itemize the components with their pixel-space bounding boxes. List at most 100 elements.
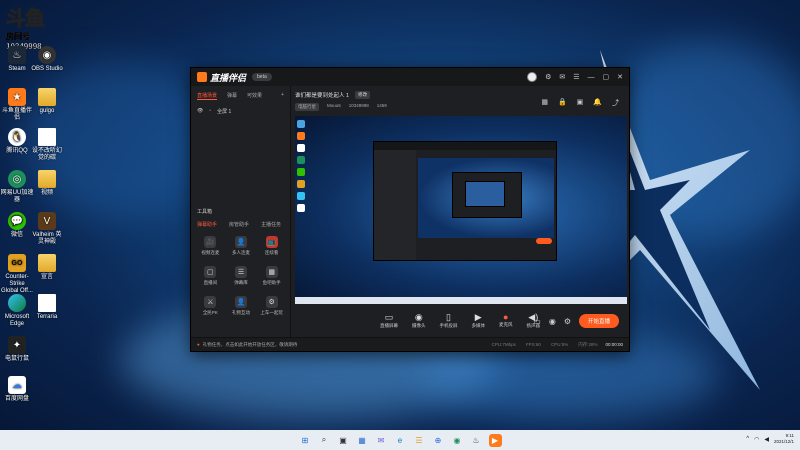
app-logo: 直播伴侣 [197,71,246,84]
eye-icon[interactable]: 👁 [197,108,203,115]
layout-icon[interactable]: ▦ [541,98,548,108]
source-media-button[interactable]: ▶ 多媒体 [472,312,486,329]
desktop-icon-baidu[interactable]: ☁ 百度网盘 [0,376,34,403]
desktop-icon-doc[interactable]: 设不改听幻觉的碳 [30,128,64,162]
edge-taskbar-icon[interactable]: e [394,434,407,447]
desktop-icon-steam[interactable]: ♨ Steam [0,46,34,73]
left-panel: 直播场景 弹幕 可效果 + 👁 ▫ 全屏 1 工具箱 弹幕助手 房管助手 主播任… [191,86,291,351]
folder-icon [38,254,56,272]
message-icon[interactable]: ✉ [559,73,565,81]
tool-pk[interactable]: ⚔ 全民PK [195,296,226,316]
overlay-room-label: 房间号 [6,32,30,41]
desktop-icon-mouse[interactable]: ✦ 电鼠行鼠 [0,336,34,363]
store-icon[interactable]: ⊕ [432,434,445,447]
desktop-icon-qq[interactable]: 🐧 腾讯QQ [0,128,34,155]
task-view-icon[interactable]: ▣ [337,434,350,447]
bell-icon[interactable]: 🔔 [593,98,602,108]
multi-link-icon: 👤 [234,236,247,248]
category-tag[interactable]: 电脑行星 [295,103,319,111]
search-icon[interactable]: ⌕ [318,434,331,447]
douyu-taskbar-icon[interactable]: ▶ [488,433,502,447]
tools-title: 工具箱 [197,209,213,215]
steam-icon: ♨ [8,46,26,64]
record-video-icon[interactable]: ▭ [533,317,541,326]
carpool-icon: ⚙ [265,296,278,308]
microphone-button[interactable]: ● 麦克风 [499,312,513,328]
tools-tab-admin[interactable]: 房管助手 [229,221,249,228]
avatar[interactable] [527,72,538,82]
nested-preview [418,158,554,238]
volume-icon[interactable]: ◀ [764,436,769,443]
preview-desktop-icons [297,120,311,216]
scene-item[interactable]: 👁 ▫ 全屏 1 [191,106,290,117]
desktop-icon-folder[interactable]: 宣言 [30,254,64,281]
share-icon[interactable]: ⤴ [612,98,619,108]
desktop-icon-uu[interactable]: ◎ 网易UU加速器 [0,170,34,204]
menu-icon[interactable]: ☰ [573,73,579,81]
steam-taskbar-icon[interactable]: ♨ [470,434,483,447]
tab-danmaku[interactable]: 弹幕 [227,92,237,100]
tool-gift[interactable]: 👤 礼物互动 [226,296,257,316]
widgets-icon[interactable]: ▦ [356,434,369,447]
tool-fishbar[interactable]: ▦ 鱼吧助手 [256,266,287,286]
overlay-title: 斗鱼 [6,8,46,31]
settings-icon[interactable]: ⚙ [545,73,551,81]
uu-icon: ◎ [8,170,26,188]
source-screen-button[interactable]: ▭ 直播屏幕 [380,312,398,329]
tray-chevron-icon[interactable]: ^ [746,436,749,442]
preview-taskbar [295,297,627,304]
close-icon[interactable]: ✕ [617,73,623,81]
record-icon[interactable]: ▣ [577,98,584,108]
source-phone-button[interactable]: ▯ 手机投屏 [440,312,458,329]
system-tray: ^ ◠ ◀ 9:11 2021/12/1 [746,433,794,445]
minimize-icon[interactable]: — [588,74,595,81]
desktop-icon-valheim[interactable]: V Valheim 英灵神殿 [30,212,64,246]
eye-preview-icon[interactable]: ◉ [549,317,556,326]
douyu-live-companion-window: 直播伴侣 beta ⚙ ✉ ☰ — ▢ ✕ 直播场景 弹幕 可效果 + 👁 ▫ … [190,67,630,352]
nested-left-panel [374,150,416,260]
desktop-icon-obs[interactable]: ◉ OBS Studio [30,46,64,73]
tools-tab-tasks[interactable]: 主播任务 [261,221,281,228]
lock-icon[interactable]: 🔒 [558,98,567,108]
lock-icon[interactable]: ▫ [209,108,211,115]
maximize-icon[interactable]: ▢ [603,73,610,81]
tool-watch[interactable]: 📺 连续看 [256,236,287,256]
tool-danmaku-lib[interactable]: ☰ 弹幕库 [226,266,257,286]
start-live-button[interactable]: 开始直播 [578,314,619,328]
file-explorer-icon[interactable]: ☰ [413,434,426,447]
add-scene-icon[interactable]: + [281,92,284,100]
nested-start-button [536,238,552,244]
stream-preview[interactable] [295,116,627,304]
desktop-icon-terraria[interactable]: Terraria [30,294,64,321]
desktop-icon-edge[interactable]: Microsoft Edge [0,294,34,328]
wifi-icon[interactable]: ◠ [754,436,759,443]
desktop-icon-gulgo[interactable]: gulgo [30,88,64,115]
version-button[interactable]: beta [252,73,272,81]
source-camera-button[interactable]: ◉ 摄像头 [412,312,426,329]
desktop-icon-wechat[interactable]: 💬 微信 [0,212,34,239]
desktop-icon-video[interactable]: 视频 [30,170,64,197]
edit-title-button[interactable]: 修改 [355,91,371,99]
tool-multi-link[interactable]: 👤 多人连麦 [226,236,257,256]
clock[interactable]: 9:11 2021/12/1 [774,433,794,445]
desktop-icon-csgo[interactable]: GO Counter-Strike Global Off... [0,254,34,295]
settings-gear-icon[interactable]: ⚙ [564,317,571,326]
tool-carpool[interactable]: ⚙ 上车一起玩 [256,296,287,316]
watch-icon: 📺 [265,236,278,248]
valheim-icon: V [38,212,56,230]
status-warning: 礼物任务，点击如此开始开放任务区，敬请期待 [202,341,298,347]
uu-taskbar-icon[interactable]: ◉ [451,434,464,447]
pk-icon: ⚔ [204,296,217,308]
tool-room[interactable]: ▢ 直播间 [195,266,226,286]
tab-scenes[interactable]: 直播场景 [197,92,218,100]
chat-icon[interactable]: ✉ [375,434,388,447]
fishbar-icon: ▦ [265,266,278,278]
tools-tab-danmaku[interactable]: 弹幕助手 [197,221,217,228]
tab-effects[interactable]: 可效果 [247,92,262,100]
folder-icon [38,170,56,188]
start-icon[interactable]: ⊞ [299,434,312,447]
windows-taskbar: ⊞ ⌕ ▣ ▦ ✉ e ☰ ⊕ ◉ ♨ ▶ ^ ◠ ◀ 9:11 2021/12… [0,430,800,450]
scene-label: 全屏 1 [217,109,232,115]
desktop-icon-douyu[interactable]: ★ 斗鱼直播伴侣 [0,88,34,122]
tool-video-link[interactable]: 🎥 视频连麦 [195,236,226,256]
